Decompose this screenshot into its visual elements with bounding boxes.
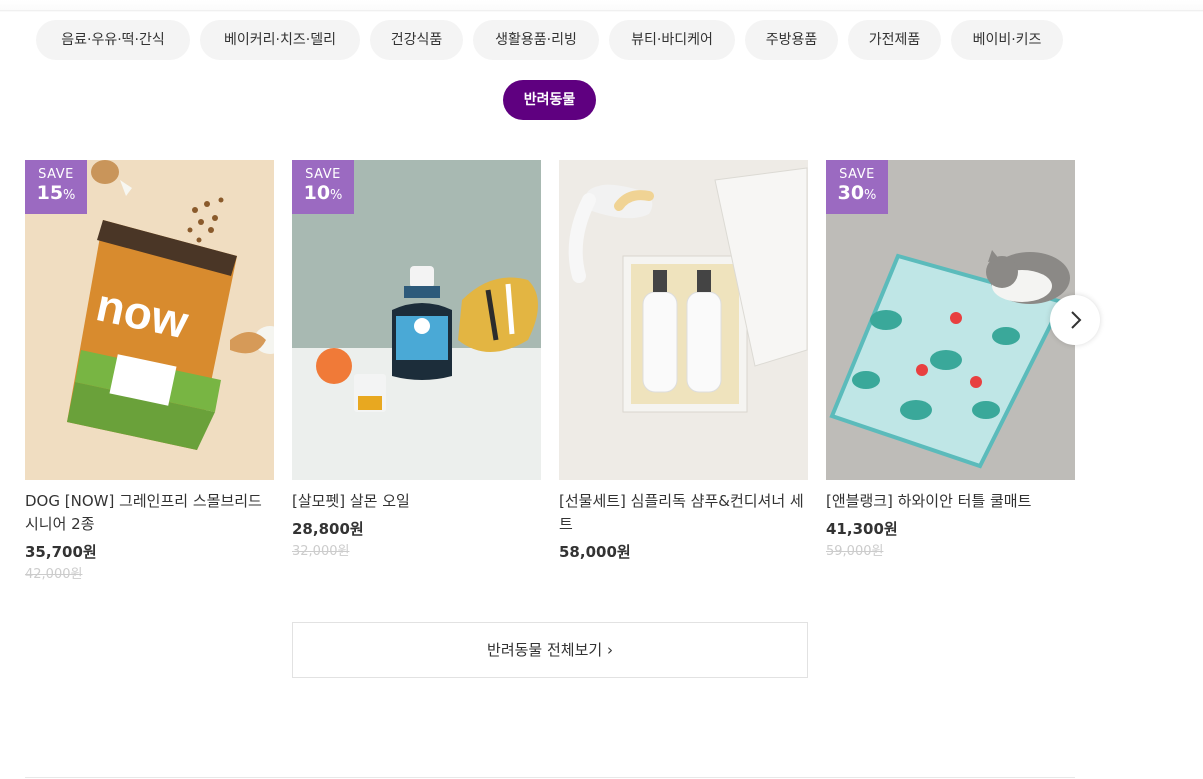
chip-beverage[interactable]: 음료·우유·떡·간식 — [36, 20, 190, 60]
original-price: 42,000원 — [25, 567, 83, 582]
category-chips: 음료·우유·떡·간식 베이커리·치즈·델리 건강식품 생활용품·리빙 뷰티·바디… — [36, 20, 1076, 120]
product-card[interactable]: SAVE 30% [앤블랭크] 하와이안 터틀 쿨매트 41,300원 59,0… — [826, 160, 1075, 559]
discount-rate: 10% — [303, 182, 343, 204]
product-image-dogfood[interactable]: now SAVE 15% — [25, 160, 274, 480]
product-image-shampoo-set[interactable] — [559, 160, 808, 480]
discount-badge: SAVE 15% — [25, 160, 87, 214]
chip-bakery[interactable]: 베이커리·치즈·델리 — [200, 20, 360, 60]
product-image-cool-mat[interactable]: SAVE 30% — [826, 160, 1075, 480]
carousel-next-button[interactable] — [1050, 295, 1100, 345]
header-divider — [0, 10, 1203, 11]
discount-rate: 30% — [837, 182, 877, 204]
chip-living[interactable]: 생활용품·리빙 — [473, 20, 599, 60]
product-price: 35,700원 — [25, 543, 97, 561]
chevron-right-small-icon: › — [606, 641, 613, 659]
discount-rate: 15% — [36, 182, 76, 204]
chip-baby[interactable]: 베이비·키즈 — [951, 20, 1063, 60]
save-label: SAVE — [839, 167, 875, 182]
product-name[interactable]: [살모펫] 살몬 오일 — [292, 490, 541, 513]
product-image-salmon-oil[interactable]: SAVE 10% — [292, 160, 541, 480]
discount-badge: SAVE 10% — [292, 160, 354, 214]
product-card[interactable]: [선물세트] 심플리독 샴푸&컨디셔너 세트 58,000원 — [559, 160, 808, 562]
original-price: 32,000원 — [292, 544, 350, 559]
product-price: 28,800원 — [292, 520, 364, 538]
save-label: SAVE — [305, 167, 341, 182]
product-name[interactable]: DOG [NOW] 그레인프리 스몰브리드 시니어 2종 — [25, 490, 274, 536]
product-price: 58,000원 — [559, 543, 631, 561]
chip-health[interactable]: 건강식품 — [370, 20, 463, 60]
product-name[interactable]: [앤블랭크] 하와이안 터틀 쿨매트 — [826, 490, 1075, 513]
original-price: 59,000원 — [826, 544, 884, 559]
discount-badge: SAVE 30% — [826, 160, 888, 214]
chip-beauty[interactable]: 뷰티·바디케어 — [609, 20, 735, 60]
section-divider — [25, 777, 1075, 778]
view-all-button[interactable]: 반려동물 전체보기 › — [292, 622, 808, 678]
view-all-label: 반려동물 전체보기 — [487, 641, 603, 659]
save-label: SAVE — [38, 167, 74, 182]
chip-pet-active[interactable]: 반려동물 — [503, 80, 596, 120]
chip-appliance[interactable]: 가전제품 — [848, 20, 941, 60]
chip-kitchen[interactable]: 주방용품 — [745, 20, 838, 60]
product-name[interactable]: [선물세트] 심플리독 샴푸&컨디셔너 세트 — [559, 490, 808, 536]
product-card[interactable]: SAVE 10% [살모펫] 살몬 오일 28,800원 32,000원 — [292, 160, 541, 559]
product-card[interactable]: now SAVE 15% DOG [NOW] 그레인프리 스몰브리드 시니어 2… — [25, 160, 274, 582]
product-price: 41,300원 — [826, 520, 898, 538]
chevron-right-icon — [1071, 311, 1082, 329]
